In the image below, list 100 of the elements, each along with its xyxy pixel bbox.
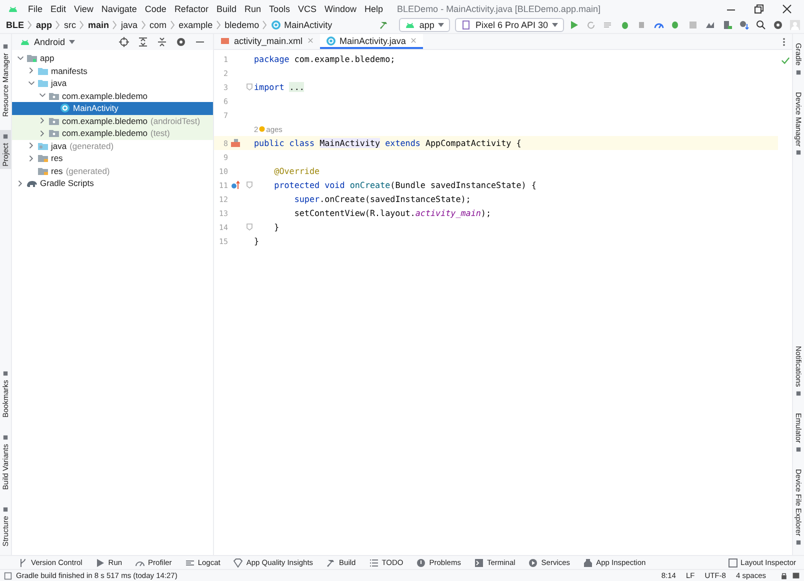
package-icon (49, 128, 59, 138)
settings-icon[interactable] (176, 37, 186, 47)
package-icon (49, 116, 59, 126)
menu-item[interactable]: Code (140, 4, 170, 14)
menu-item[interactable]: Edit (46, 4, 70, 14)
breadcrumb[interactable]: bledemo (224, 20, 260, 30)
chevron-icon[interactable] (16, 178, 25, 188)
resources-folder-icon (38, 153, 48, 164)
xml-file-icon (220, 36, 230, 46)
hammer-icon (326, 558, 336, 568)
tree-item[interactable]: com.example.bledemo (test) (12, 127, 213, 140)
menu-item[interactable]: View (70, 4, 98, 14)
status-icon (4, 572, 12, 580)
code-line: } (254, 236, 260, 246)
phone-icon (461, 20, 472, 30)
hammer-icon[interactable] (379, 20, 390, 30)
more-icon[interactable] (782, 36, 786, 46)
code-line: import ... (254, 82, 304, 92)
code-line: public class MainActivity extends AppCompatActivity { (254, 138, 522, 148)
tool-window-icon (2, 434, 9, 441)
module-folder-icon (27, 53, 37, 64)
close-icon (306, 37, 314, 44)
menu-item[interactable]: Window (320, 4, 361, 14)
inspector-icon (583, 558, 594, 568)
tree-item-label: com.example.bledemo (62, 116, 148, 126)
menu-item[interactable]: Refactor (170, 4, 212, 14)
expand-all-icon[interactable] (138, 37, 148, 47)
resources-folder-icon (38, 166, 48, 176)
tree-item-label: res (51, 153, 63, 164)
tool-window-icon (795, 68, 802, 76)
chevron-icon (214, 20, 223, 30)
breadcrumb[interactable]: com (150, 20, 167, 30)
breadcrumb[interactable]: app (36, 20, 52, 30)
dropdown-arrow-icon[interactable] (69, 40, 76, 44)
menu-item[interactable]: File (24, 4, 47, 14)
fold-marker-icon[interactable] (246, 181, 252, 189)
breadcrumb[interactable]: BLE (6, 20, 24, 30)
layout-inspector-icon (728, 558, 738, 568)
android-icon (405, 20, 416, 30)
fold-marker-icon[interactable] (246, 83, 252, 91)
tool-window-icon (2, 43, 9, 50)
warning-circle-icon (416, 558, 426, 568)
tree-item-label: java (51, 140, 67, 151)
window-title: BLEDemo - MainActivity.java [BLEDemo.app.main] (397, 4, 602, 14)
tree-item[interactable]: java (12, 77, 213, 90)
tree-item[interactable]: com.example.bledemo (12, 90, 213, 102)
breadcrumb[interactable]: main (88, 20, 110, 30)
tree-item-label: app (40, 53, 54, 64)
chevron-icon (168, 20, 177, 30)
override-marker-icon (231, 180, 241, 190)
fold-marker-icon[interactable] (246, 223, 252, 231)
locate-icon[interactable] (119, 37, 129, 47)
tree-item[interactable]: res (12, 152, 213, 164)
menu-item[interactable]: VCS (294, 4, 321, 14)
code-line: super.onCreate(savedInstanceState); (293, 194, 471, 204)
debug-icon[interactable] (620, 20, 630, 30)
project-view-dropdown[interactable]: Android (34, 37, 66, 47)
restore-button[interactable] (754, 4, 764, 14)
menu-item[interactable]: Navigate (97, 4, 141, 14)
tool-window-icon (795, 539, 802, 546)
tree-item[interactable]: com.example.bledemo (androidTest) (12, 114, 213, 127)
chevron-icon (78, 20, 86, 30)
sdk-manager-icon[interactable] (739, 20, 749, 30)
chevron-icon (26, 20, 34, 30)
tree-item-label: Gradle Scripts (40, 178, 94, 188)
tree-item[interactable]: Gradle Scripts (12, 177, 213, 190)
breadcrumb[interactable]: java (121, 20, 138, 30)
editor-tab[interactable]: activity_main.xml (214, 34, 320, 49)
breadcrumb[interactable]: MainActivity (271, 20, 332, 30)
configuration-dropdown[interactable]: app (399, 18, 450, 32)
class-icon (60, 103, 70, 114)
breadcrumb[interactable]: example (178, 20, 213, 30)
close-button[interactable] (782, 4, 792, 14)
editor-tab[interactable]: MainActivity.java (320, 34, 423, 49)
menu-item[interactable]: Run (240, 4, 265, 14)
device-dropdown[interactable]: Pixel 6 Pro API 30 (455, 18, 564, 32)
code-line: protected void onCreate(Bundle savedInstanceState) { (273, 180, 536, 190)
settings-icon[interactable] (773, 20, 783, 30)
bulb-icon (258, 125, 266, 133)
menu-item[interactable]: Build (212, 4, 240, 14)
menu-item[interactable]: Help (360, 4, 388, 14)
class-icon (271, 20, 282, 30)
attach-debugger-icon[interactable] (671, 20, 681, 30)
tree-item[interactable]: MainActivity (12, 102, 213, 114)
tree-item[interactable]: java (generated) (12, 140, 213, 152)
run-icon[interactable] (569, 20, 579, 30)
breadcrumb[interactable]: src (64, 20, 76, 30)
implemented-marker-icon (231, 138, 241, 148)
tree-item[interactable]: manifests (12, 64, 213, 77)
elephant-icon (27, 178, 37, 188)
device-manager-icon[interactable] (722, 20, 732, 30)
close-icon (410, 37, 417, 44)
tree-item[interactable]: res (generated) (12, 164, 213, 177)
collapse-all-icon[interactable] (157, 37, 167, 47)
tree-item[interactable]: app (12, 52, 213, 64)
tree-item-suffix: (generated) (70, 140, 114, 151)
menu-item[interactable]: Tools (264, 4, 294, 14)
code-line: package com.example.bledemo; (254, 54, 396, 64)
search-icon[interactable] (756, 20, 766, 30)
tree-item-label: manifests (51, 66, 88, 76)
